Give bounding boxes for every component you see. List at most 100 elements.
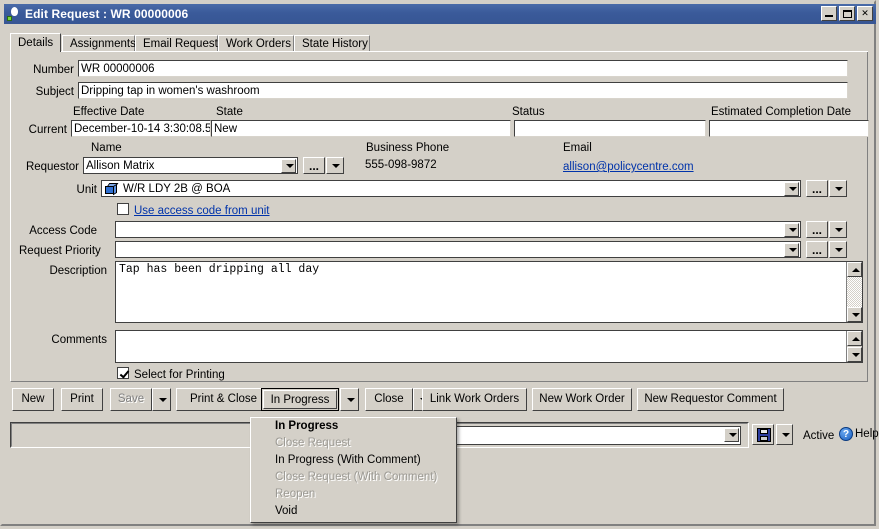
minimize-button[interactable]	[821, 6, 837, 21]
requestor-ellipsis-button[interactable]: ...	[303, 157, 325, 174]
description-value: Tap has been dripping all day	[119, 263, 320, 276]
current-state-field[interactable]: New	[211, 120, 511, 137]
unit-menu-button[interactable]	[829, 180, 847, 197]
use-access-code-checkbox[interactable]	[117, 203, 129, 215]
save-record-button[interactable]	[752, 424, 774, 445]
print-and-close-button[interactable]: Print & Close	[176, 388, 271, 411]
subject-field[interactable]: Dripping tap in women's washroom	[78, 82, 848, 99]
window-controls: ✕	[821, 6, 873, 21]
comments-textarea[interactable]	[115, 330, 863, 363]
maximize-button[interactable]	[839, 6, 855, 21]
floppy-disk-icon	[757, 428, 771, 442]
access-code-dropdown-button[interactable]	[784, 223, 799, 237]
comments-scrollbar[interactable]	[846, 331, 862, 362]
help-button[interactable]: ? Help	[839, 427, 879, 441]
active-status-label: Active	[803, 430, 835, 442]
menu-item-in-progress-with-comment[interactable]: In Progress (With Comment)	[251, 452, 456, 469]
menu-item-close-request-with-comment: Close Request (With Comment)	[275, 471, 438, 483]
menu-item-close-request: Close Request	[275, 437, 351, 449]
unit-label: Unit	[76, 184, 97, 196]
access-code-combo[interactable]	[115, 221, 801, 238]
close-button[interactable]: ✕	[857, 6, 873, 21]
request-priority-combo[interactable]	[115, 241, 801, 258]
use-access-code-label[interactable]: Use access code from unit	[134, 204, 270, 218]
in-progress-button[interactable]: In Progress	[261, 388, 339, 411]
ellipsis-icon: ...	[811, 242, 822, 257]
requestor-menu-button[interactable]	[326, 157, 344, 174]
description-textarea[interactable]: Tap has been dripping all day	[115, 261, 863, 323]
checkmark-icon	[119, 368, 128, 377]
business-phone-label: Business Phone	[366, 142, 450, 154]
request-priority-menu-button[interactable]	[829, 241, 847, 258]
application-window: Edit Request : WR 00000006 ✕ Details Ass…	[0, 0, 879, 529]
requestor-name-combo[interactable]: Allison Matrix	[83, 157, 298, 174]
estimated-completion-date-label: Estimated Completion Date	[711, 106, 851, 118]
new-requestor-comment-button[interactable]: New Requestor Comment	[637, 388, 784, 411]
requestor-name-value: Allison Matrix	[86, 160, 155, 172]
tab-email-request[interactable]: Email Request	[135, 35, 218, 52]
business-phone-value: 555-098-9872	[363, 157, 553, 174]
current-estimated-completion-field[interactable]	[709, 120, 869, 137]
new-work-order-button[interactable]: New Work Order	[532, 388, 632, 411]
description-label: Description	[49, 265, 107, 277]
name-label: Name	[91, 142, 122, 154]
status-label: Status	[512, 106, 545, 118]
status-combo-dropdown-button[interactable]	[724, 428, 739, 442]
menu-item-void[interactable]: Void	[251, 503, 456, 520]
in-progress-button-label: In Progress	[263, 390, 337, 409]
menu-item-in-progress[interactable]: In Progress	[251, 418, 456, 435]
requestor-label: Requestor	[25, 161, 79, 173]
details-panel: Number WR 00000006 Subject Dripping tap …	[10, 52, 869, 382]
request-priority-label: Request Priority	[19, 245, 101, 257]
request-priority-ellipsis-button[interactable]: ...	[806, 241, 828, 258]
print-button[interactable]: Print	[61, 388, 103, 411]
select-for-printing-checkbox[interactable]	[117, 367, 129, 379]
scroll-down-button[interactable]	[847, 307, 862, 322]
current-label: Current	[28, 124, 67, 136]
access-code-ellipsis-button[interactable]: ...	[806, 221, 828, 238]
comments-label: Comments	[51, 334, 107, 346]
current-status-field[interactable]	[514, 120, 706, 137]
help-label: Help	[855, 428, 879, 440]
tab-state-history[interactable]: State History	[294, 35, 370, 52]
in-progress-dropdown-button[interactable]	[340, 388, 359, 411]
number-label: Number	[33, 64, 74, 76]
save-options-dropdown-button[interactable]	[776, 424, 793, 445]
scroll-up-button[interactable]	[847, 331, 862, 346]
save-dropdown-button[interactable]	[152, 388, 171, 411]
tab-strip: Details Assignments Email Request Work O…	[10, 33, 868, 52]
email-link[interactable]: allison@policycentre.com	[563, 160, 694, 174]
scroll-down-button[interactable]	[847, 347, 862, 362]
title-bar: Edit Request : WR 00000006 ✕	[4, 4, 876, 24]
current-effective-date-field[interactable]: December-10-14 3:30:08.53	[71, 120, 211, 137]
state-label: State	[216, 106, 243, 118]
new-button[interactable]: New	[12, 388, 54, 411]
access-code-label: Access Code	[29, 225, 97, 237]
request-priority-dropdown-button[interactable]	[784, 243, 799, 257]
menu-item-reopen: Reopen	[275, 488, 316, 500]
description-scrollbar[interactable]	[846, 262, 862, 322]
unit-ellipsis-button[interactable]: ...	[806, 180, 828, 197]
tab-work-orders[interactable]: Work Orders	[218, 35, 294, 52]
unit-combo[interactable]: W/R LDY 2B @ BOA	[101, 180, 801, 197]
access-code-menu-button[interactable]	[829, 221, 847, 238]
lightbulb-icon	[7, 7, 21, 21]
question-circle-icon: ?	[839, 427, 853, 441]
link-work-orders-button[interactable]: Link Work Orders	[422, 388, 527, 411]
ellipsis-icon: ...	[811, 222, 822, 237]
save-button: Save	[110, 388, 152, 411]
cube-icon	[105, 183, 119, 196]
in-progress-dropdown-menu[interactable]: In Progress Close Request In Progress (W…	[250, 417, 457, 523]
requestor-dropdown-button[interactable]	[281, 159, 296, 173]
scroll-track[interactable]	[847, 277, 862, 307]
close-request-button[interactable]: Close	[365, 388, 413, 411]
tab-assignments[interactable]: Assignments	[62, 35, 136, 52]
button-bar: New Print Save Print & Close In Progress…	[10, 388, 868, 418]
subject-label: Subject	[35, 86, 74, 98]
number-field[interactable]: WR 00000006	[78, 60, 848, 77]
scroll-up-button[interactable]	[847, 262, 862, 277]
tab-details[interactable]: Details	[10, 33, 61, 52]
unit-dropdown-button[interactable]	[784, 182, 799, 196]
ellipsis-icon: ...	[811, 181, 822, 196]
unit-value: W/R LDY 2B @ BOA	[123, 183, 231, 195]
